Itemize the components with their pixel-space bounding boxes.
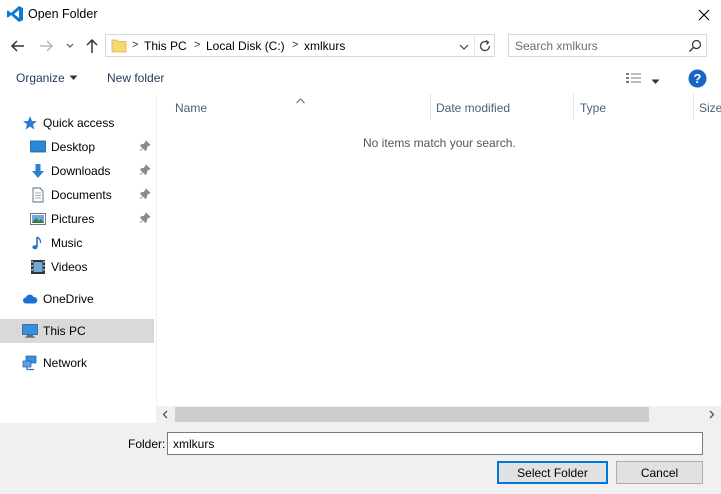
close-button[interactable] [690,3,718,27]
column-header-date-modified[interactable]: Date modified [436,101,510,115]
toolbar: Organize New folder ? [0,64,721,94]
sidebar-item-videos[interactable]: Videos [0,255,154,279]
title-bar: Open Folder [0,0,721,30]
breadcrumb-this-pc[interactable]: This PC [144,39,187,53]
column-divider[interactable] [693,94,694,120]
sidebar-item-label: Music [51,236,83,250]
up-button[interactable] [82,37,102,55]
arrow-right-icon [40,40,54,52]
column-divider[interactable] [573,94,574,120]
sidebar-item-label: Downloads [51,164,111,178]
column-divider[interactable] [430,94,431,120]
breadcrumb-xmlkurs[interactable]: xmlkurs [304,39,345,53]
column-header-name[interactable]: Name [175,101,207,115]
caret-down-icon [651,79,660,84]
refresh-icon [479,39,491,52]
sidebar-item-pictures[interactable]: Pictures [0,207,154,231]
desktop-icon [30,140,46,153]
search-box[interactable] [508,34,707,57]
new-folder-button[interactable]: New folder [107,71,164,85]
cloud-icon [23,294,38,304]
scroll-right-button[interactable] [705,408,718,421]
forward-button[interactable] [36,37,56,55]
sidebar-item-quick-access[interactable]: Quick access [0,111,154,135]
address-history-button[interactable] [458,41,470,51]
sort-ascending-icon [296,93,305,104]
column-header-size[interactable]: Size [699,101,721,115]
select-folder-button[interactable]: Select Folder [497,461,608,484]
search-input[interactable] [515,38,680,54]
divider [474,35,475,56]
pin-icon [139,188,151,200]
sidebar-item-this-pc[interactable]: This PC [0,319,154,343]
view-options-button[interactable] [625,72,643,86]
organize-label: Organize [16,71,65,85]
pin-icon [139,212,151,224]
svg-text:?: ? [694,71,702,86]
pin-icon [139,164,151,176]
search-icon[interactable] [688,39,702,53]
folder-label: Folder: [128,437,166,451]
view-dropdown-button[interactable] [651,75,660,84]
breadcrumb-separator: > [292,39,299,51]
close-icon [698,9,710,21]
computer-icon [22,324,38,338]
recent-locations-button[interactable] [63,39,77,53]
arrow-left-icon [10,40,24,52]
horizontal-scrollbar[interactable] [157,406,721,423]
breadcrumb-separator: > [132,39,139,51]
chevron-down-icon [66,43,74,48]
network-icon [22,355,37,371]
sidebar-item-label: Documents [51,188,112,202]
chevron-left-icon [162,410,168,419]
refresh-button[interactable] [477,38,493,54]
video-icon [31,260,45,274]
chevron-down-icon [459,44,469,50]
sidebar-item-label: Network [43,356,88,370]
folder-icon [111,38,127,53]
sidebar-item-music[interactable]: Music [0,231,154,255]
sidebar-item-label: This PC [43,324,86,338]
details-view-icon [626,73,641,83]
sidebar-item-label: OneDrive [43,292,94,306]
help-button[interactable]: ? [688,69,707,88]
caret-down-icon [69,75,78,80]
sidebar-item-label: Pictures [51,212,95,226]
vscode-icon [6,5,24,23]
address-bar[interactable]: > This PC > Local Disk (C:) > xmlkurs [105,34,495,57]
music-icon [32,236,42,250]
sidebar-item-downloads[interactable]: Downloads [0,159,154,183]
column-header-type[interactable]: Type [580,101,606,115]
navigation-pane: Quick access Desktop Downloads Documents [0,94,157,424]
arrow-up-icon [86,38,98,53]
dialog-footer: Folder: Select Folder Cancel [0,423,721,494]
help-icon: ? [688,69,707,88]
folder-name-input[interactable] [167,432,703,455]
sidebar-item-onedrive[interactable]: OneDrive [0,287,154,311]
window-title: Open Folder [28,7,98,21]
sidebar-item-documents[interactable]: Documents [0,183,154,207]
chevron-right-icon [709,410,715,419]
sidebar-item-label: Desktop [51,140,96,154]
scrollbar-thumb[interactable] [175,407,649,422]
sidebar-item-desktop[interactable]: Desktop [0,135,154,159]
sidebar-item-label: Quick access [43,116,115,130]
pin-icon [139,140,151,152]
breadcrumb-local-disk[interactable]: Local Disk (C:) [206,39,285,53]
cancel-button[interactable]: Cancel [616,461,703,484]
document-icon [32,187,44,203]
sidebar-item-label: Videos [51,260,88,274]
breadcrumb-separator: > [194,39,201,51]
back-button[interactable] [8,37,28,55]
organize-menu-button[interactable]: Organize [16,71,78,85]
sidebar-item-network[interactable]: Network [0,351,154,375]
scroll-left-button[interactable] [159,408,172,421]
star-icon [23,116,37,130]
pictures-icon [30,213,46,225]
empty-results-message: No items match your search. [363,136,516,150]
download-icon [32,164,44,178]
